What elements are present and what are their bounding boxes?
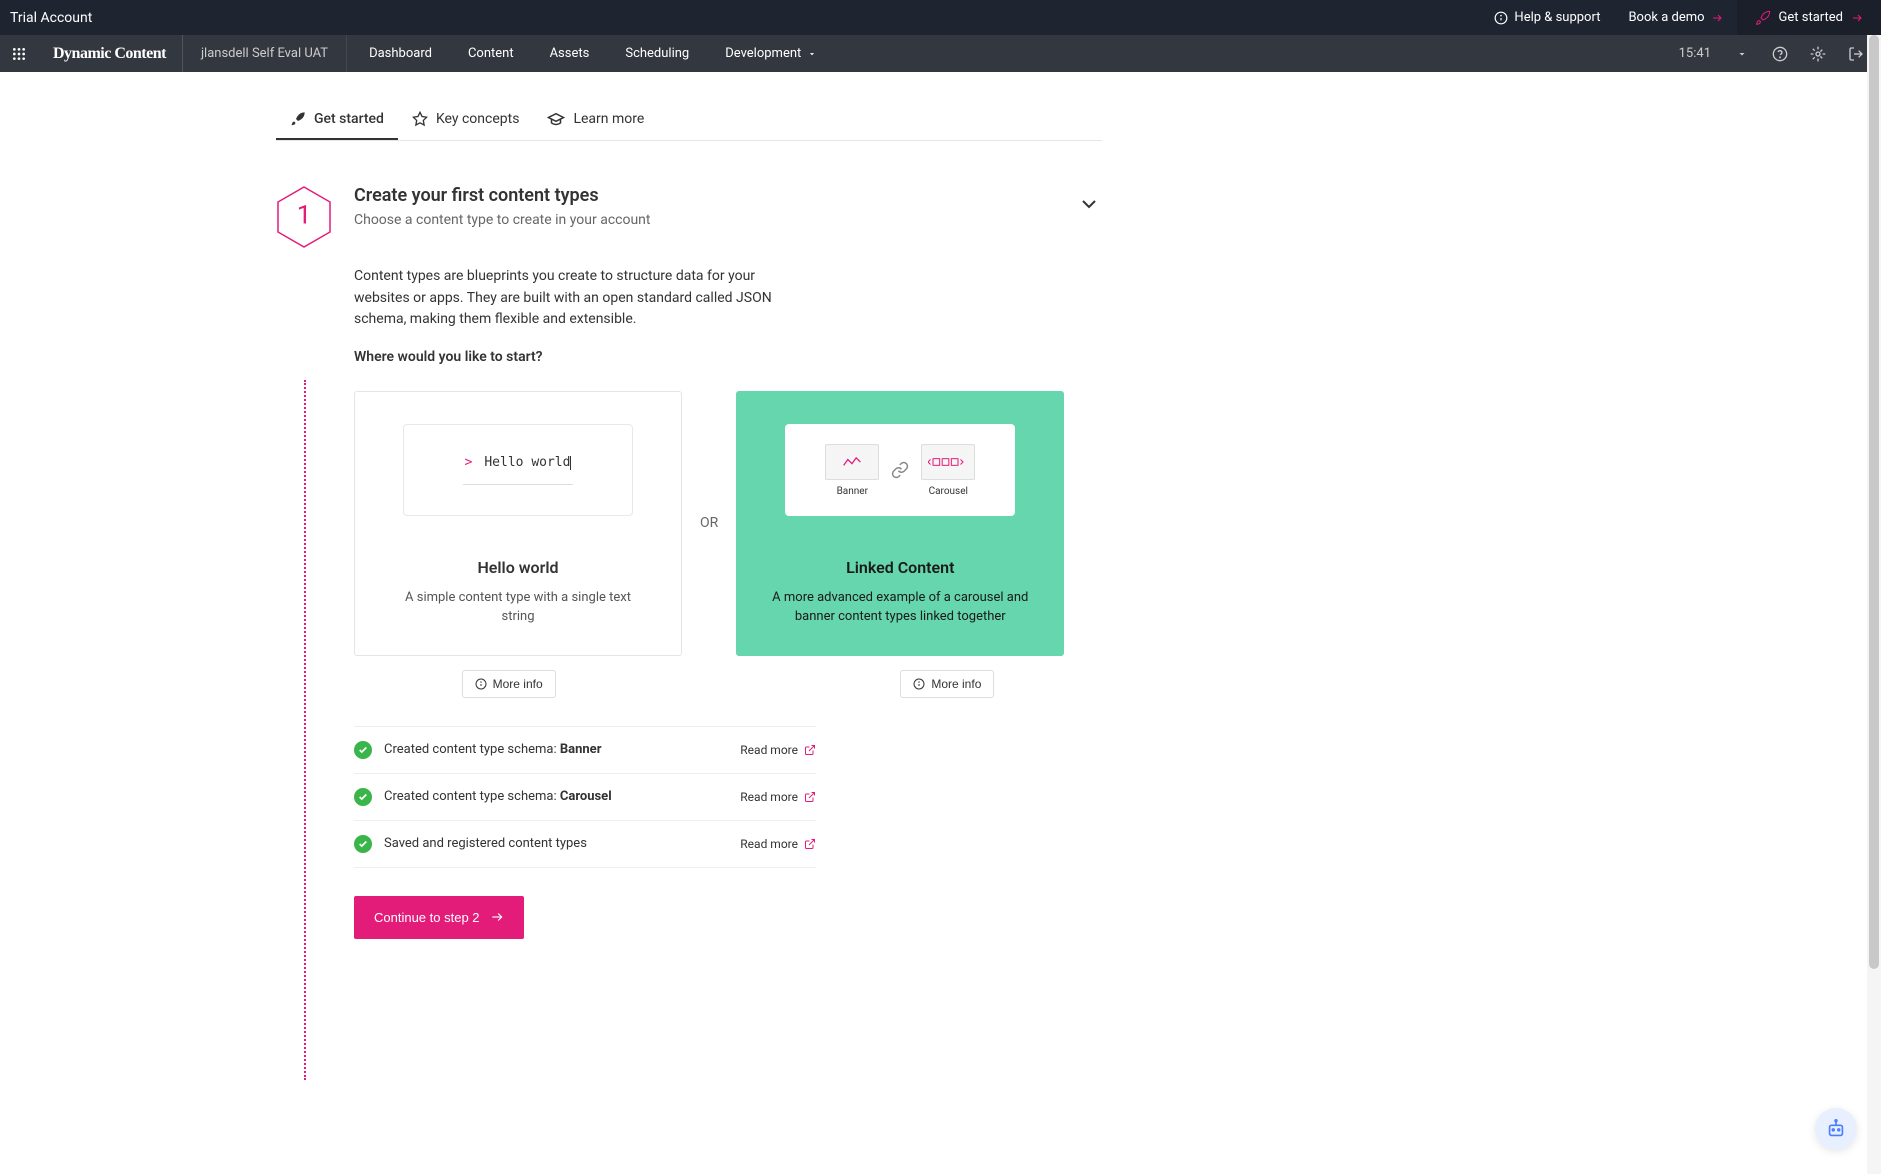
- logout-icon: [1848, 46, 1864, 62]
- tab-key-concepts[interactable]: Key concepts: [398, 100, 534, 140]
- step-badge: 1: [276, 185, 332, 249]
- sub-tabs: Get started Key concepts Learn more: [276, 100, 1102, 141]
- time-dropdown[interactable]: [1725, 37, 1759, 71]
- arrow-right-icon: [490, 910, 504, 924]
- more-info-hello-button[interactable]: More info: [462, 670, 556, 698]
- help-button[interactable]: [1763, 37, 1797, 71]
- trial-top-bar: Trial Account Help & support Book a demo…: [0, 0, 1881, 35]
- continue-button[interactable]: Continue to step 2: [354, 896, 524, 939]
- info-icon: [475, 678, 487, 690]
- external-link-icon: [804, 791, 816, 803]
- step-subtitle: Choose a content type to create in your …: [354, 212, 651, 228]
- checklist-item: Saved and registered content types Read …: [354, 821, 816, 868]
- rocket-icon: [290, 111, 306, 127]
- read-more-link[interactable]: Read more: [740, 837, 816, 851]
- collapse-step-button[interactable]: [1074, 189, 1104, 219]
- hub-name: jlansdell Self Eval UAT: [183, 35, 347, 72]
- tab-learn-more[interactable]: Learn more: [533, 100, 658, 140]
- checklist-item: Created content type schema: Carousel Re…: [354, 774, 816, 821]
- card-linked-content[interactable]: Banner Carousel Linked Content A more ad…: [736, 391, 1064, 656]
- settings-button[interactable]: [1801, 37, 1835, 71]
- more-info-linked-button[interactable]: More info: [900, 670, 994, 698]
- step-prompt: Where would you like to start?: [354, 349, 1102, 365]
- arrow-right-icon: [1711, 12, 1723, 24]
- read-more-link[interactable]: Read more: [740, 790, 816, 804]
- graduation-cap-icon: [547, 110, 565, 128]
- apps-menu-button[interactable]: [0, 35, 37, 72]
- checklist: Created content type schema: Banner Read…: [354, 726, 816, 868]
- card-hello-world[interactable]: >Hello world Hello world A simple conten…: [354, 391, 682, 656]
- step-description: Content types are blueprints you create …: [354, 266, 814, 331]
- gear-icon: [1810, 46, 1826, 62]
- linked-content-preview: Banner Carousel: [785, 424, 1015, 516]
- nav-assets[interactable]: Assets: [534, 35, 606, 72]
- chevron-down-icon: [807, 49, 817, 59]
- help-support-link[interactable]: Help & support: [1480, 0, 1614, 35]
- nav-dashboard[interactable]: Dashboard: [353, 35, 448, 72]
- nav-development[interactable]: Development: [709, 35, 833, 72]
- nav-content[interactable]: Content: [452, 35, 530, 72]
- chevron-down-icon: [1736, 48, 1748, 60]
- trial-account-label: Trial Account: [10, 10, 92, 26]
- nav-scheduling[interactable]: Scheduling: [609, 35, 705, 72]
- main-nav: Dynamic Content jlansdell Self Eval UAT …: [0, 35, 1881, 72]
- scrollbar-track[interactable]: [1867, 35, 1881, 1174]
- banner-thumb-icon: [842, 455, 862, 469]
- clock-time: 15:41: [1669, 46, 1721, 61]
- check-icon: [354, 788, 372, 806]
- info-icon: [913, 678, 925, 690]
- hello-world-preview: >Hello world: [403, 424, 633, 516]
- carousel-thumb-icon: [928, 455, 968, 469]
- star-icon: [412, 111, 428, 127]
- apps-grid-icon: [11, 46, 27, 62]
- book-demo-link[interactable]: Book a demo: [1614, 0, 1736, 35]
- rocket-icon: [1755, 10, 1771, 26]
- card-title: Hello world: [377, 558, 659, 577]
- step-connector-line: [304, 380, 306, 1080]
- bot-icon: [1825, 1118, 1847, 1140]
- external-link-icon: [804, 838, 816, 850]
- or-separator: OR: [682, 391, 736, 656]
- read-more-link[interactable]: Read more: [740, 743, 816, 757]
- brand-logo[interactable]: Dynamic Content: [37, 35, 183, 72]
- card-title: Linked Content: [759, 558, 1041, 577]
- step-title: Create your first content types: [354, 185, 651, 206]
- get-started-cta[interactable]: Get started: [1737, 0, 1881, 35]
- card-desc: A simple content type with a single text…: [377, 589, 659, 627]
- step-number: 1: [297, 201, 312, 231]
- info-icon: [1494, 11, 1508, 25]
- external-link-icon: [804, 744, 816, 756]
- check-icon: [354, 741, 372, 759]
- checklist-item: Created content type schema: Banner Read…: [354, 726, 816, 774]
- chevron-down-icon: [1077, 192, 1101, 216]
- tab-get-started[interactable]: Get started: [276, 100, 398, 140]
- chat-widget-button[interactable]: [1815, 1108, 1857, 1150]
- card-desc: A more advanced example of a carousel an…: [759, 589, 1041, 627]
- link-icon: [891, 461, 909, 479]
- check-icon: [354, 835, 372, 853]
- scrollbar-thumb[interactable]: [1869, 35, 1879, 969]
- help-icon: [1772, 46, 1788, 62]
- arrow-right-icon: [1851, 12, 1863, 24]
